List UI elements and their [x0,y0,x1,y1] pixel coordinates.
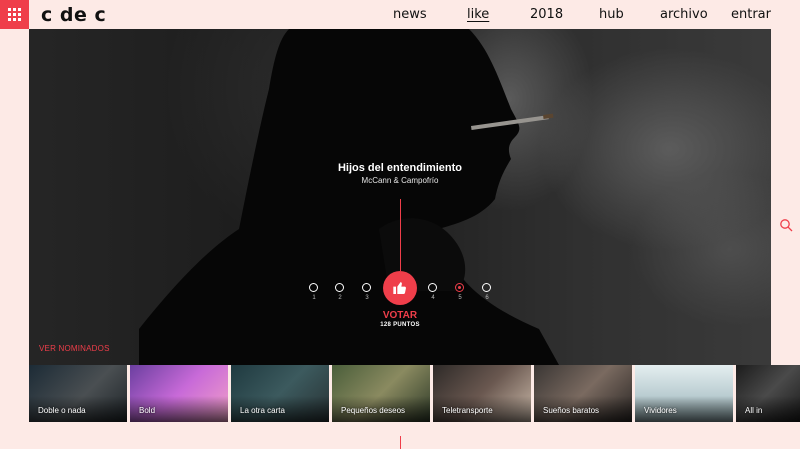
nominee-card[interactable]: Sueños baratos [534,365,632,422]
feature-subtitle: McCann & Campofrío [361,176,439,185]
nav-entrar[interactable]: entrar [731,7,771,22]
rating-number: 1 [312,295,316,301]
grid-menu-icon[interactable] [0,0,29,29]
search-icon[interactable] [779,218,793,232]
vote-label[interactable]: VOTAR [29,310,771,321]
nominee-card[interactable]: Pequeños deseos [332,365,430,422]
feature-title: Hijos del entendimiento [337,162,463,174]
nav-archivo[interactable]: archivo [660,7,708,22]
nominee-card[interactable]: All in [736,365,800,422]
nominee-card[interactable]: La otra carta [231,365,329,422]
rating-dot-4[interactable] [428,283,437,292]
top-bar: c de c news like 2018 hub archivo entrar [0,0,800,29]
rating-number: 5 [458,295,462,301]
nominee-title: Bold [139,406,156,415]
vote-button[interactable] [383,271,417,305]
feature-connector [400,199,401,271]
rating-number: 4 [431,295,435,301]
nominee-title: Teletransporte [442,406,493,415]
rating-dot-6[interactable] [482,283,491,292]
nominee-title: Sueños baratos [543,406,600,415]
rating-number: 6 [485,295,489,301]
nominee-card[interactable]: Vividores [635,365,733,422]
ver-nominados-link[interactable]: VER NOMINADOS [39,344,110,353]
nav-2018[interactable]: 2018 [530,7,563,22]
thumbs-up-icon [393,282,406,294]
hero-image: Hijos del entendimiento McCann & Campofr… [29,29,771,365]
nominee-strip: Doble o nada Bold La otra carta Pequeños… [29,365,800,422]
nav-hub[interactable]: hub [599,7,624,22]
rating-number: 2 [338,295,342,301]
rating-dot-1[interactable] [309,283,318,292]
rating-number: 3 [365,295,369,301]
rating-dot-5[interactable] [455,283,464,292]
site-logo[interactable]: c de c [41,4,106,26]
nominee-title: All in [745,406,763,415]
nav-like[interactable]: like [467,7,489,22]
rating-dot-2[interactable] [335,283,344,292]
nominee-title: Vividores [644,406,677,415]
points-count: 128 PUNTOS [380,322,420,328]
rating-dot-3[interactable] [362,283,371,292]
nominee-title: Doble o nada [38,406,86,415]
nominee-title: La otra carta [240,406,285,415]
nominee-title: Pequeños deseos [341,406,406,415]
nominee-card[interactable]: Bold [130,365,228,422]
nav-news[interactable]: news [393,7,427,22]
nominee-card[interactable]: Teletransporte [433,365,531,422]
nominee-card[interactable]: Doble o nada [29,365,127,422]
scroll-indicator [400,436,401,449]
